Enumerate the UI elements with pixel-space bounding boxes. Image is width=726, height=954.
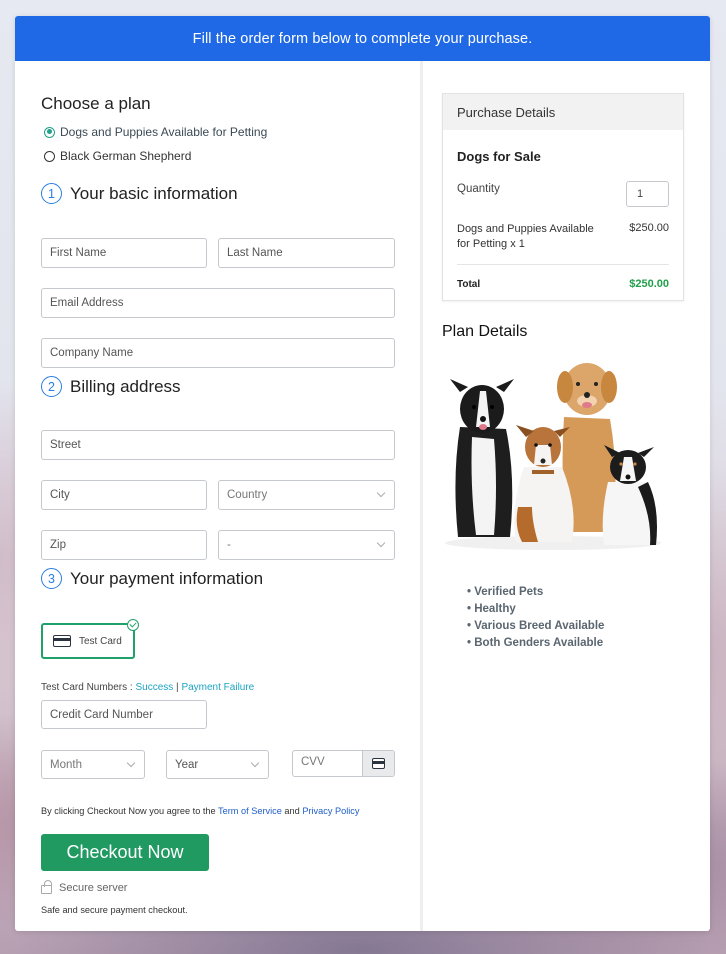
test-card-numbers: Test Card Numbers : Success | Payment Fa… [41,682,254,693]
feature-item: Verified Pets [467,586,604,603]
feature-item: Both Genders Available [467,637,604,654]
cvv-card-button [362,751,394,776]
test-card-numbers-label: Test Card Numbers : [41,682,136,693]
privacy-policy-link[interactable]: Privacy Policy [302,806,359,816]
plan-option-dogs-puppies[interactable]: Dogs and Puppies Available for Petting [44,125,267,139]
payment-failure-link[interactable]: Payment Failure [181,682,254,693]
payment-heading: 3 Your payment information [41,568,263,589]
feature-item: Various Breed Available [467,620,604,637]
plan-option-label: Black German Shepherd [60,149,192,163]
state-select-value: - [227,539,231,551]
step-1-icon: 1 [41,183,62,204]
city-input[interactable]: City [41,480,207,510]
chevron-down-icon [376,538,386,548]
credit-card-icon [53,635,71,647]
country-select-value: Country [227,489,268,501]
year-select-value: Year [175,758,199,771]
step-3-icon: 3 [41,568,62,589]
checkout-now-button[interactable]: Checkout Now [41,834,209,871]
zip-input[interactable]: Zip [41,530,207,560]
cvv-input-group[interactable]: CVV [292,750,395,777]
chevron-down-icon [126,758,136,767]
border-collie [450,379,514,537]
choose-plan-heading: Choose a plan [41,94,151,113]
terms-prefix: By clicking Checkout Now you agree to th… [41,806,219,816]
test-card-option[interactable]: Test Card [41,619,139,659]
secure-server-note: Secure server [41,880,128,894]
feature-item: Healthy [467,603,604,620]
radio-selected-icon[interactable] [44,126,55,138]
credit-card-icon [372,758,385,769]
quantity-label: Quantity [457,183,500,195]
quantity-input[interactable]: 1 [626,181,669,207]
summary-divider [457,264,669,265]
chevron-down-icon [376,488,386,498]
basic-info-heading: 1 Your basic information [41,183,238,204]
header-banner: Fill the order form below to complete yo… [15,16,710,61]
billing-title: Billing address [70,376,181,396]
total-value: $250.00 [629,278,669,290]
expiry-month-select[interactable]: Month [41,750,145,779]
lock-icon [41,880,52,894]
dogs-image [445,363,661,550]
plan-option-label: Dogs and Puppies Available for Petting [60,125,268,139]
success-link[interactable]: Success [135,682,173,693]
terms-text: By clicking Checkout Now you agree to th… [41,806,360,816]
payment-title: Your payment information [70,568,264,588]
company-input[interactable]: Company Name [41,338,395,368]
terms-of-service-link[interactable]: Term of Service [218,806,282,816]
purchase-details-box: Purchase Details Dogs for Sale Quantity … [442,93,684,301]
test-card-label: Test Card [79,635,122,647]
first-name-input[interactable]: First Name [41,238,207,268]
credit-card-number-input[interactable]: Credit Card Number [41,700,207,729]
last-name-input[interactable]: Last Name [218,238,395,268]
plan-option-german-shepherd[interactable]: Black German Shepherd [44,149,191,163]
cvv-input[interactable]: CVV [293,751,362,776]
state-select[interactable]: - [218,530,395,560]
plan-details-heading: Plan Details [442,323,528,340]
billing-heading: 2 Billing address [41,376,181,397]
safe-checkout-text: Safe and secure payment checkout. [41,905,188,915]
column-divider [420,61,423,931]
radio-unselected-icon[interactable] [44,150,55,162]
secure-server-label: Secure server [59,881,128,894]
basic-info-title: Your basic information [70,183,238,203]
purchase-details-header: Purchase Details [443,94,683,130]
expiry-year-select[interactable]: Year [166,750,269,779]
step-2-icon: 2 [41,376,62,397]
line-item-label: Dogs and Puppies Available for Petting x… [457,223,594,250]
total-label: Total [457,279,481,290]
country-select[interactable]: Country [218,480,395,510]
month-select-value: Month [50,758,82,771]
chevron-down-icon [250,758,260,767]
terms-and: and [281,806,303,816]
checkout-card: Fill the order form below to complete yo… [15,16,710,931]
line-item-price: $250.00 [629,222,669,234]
check-circle-icon [127,619,139,631]
plan-features-list: Verified Pets Healthy Various Breed Avai… [467,586,604,654]
email-input[interactable]: Email Address [41,288,395,318]
product-title: Dogs for Sale [457,149,541,164]
street-input[interactable]: Street [41,430,395,460]
